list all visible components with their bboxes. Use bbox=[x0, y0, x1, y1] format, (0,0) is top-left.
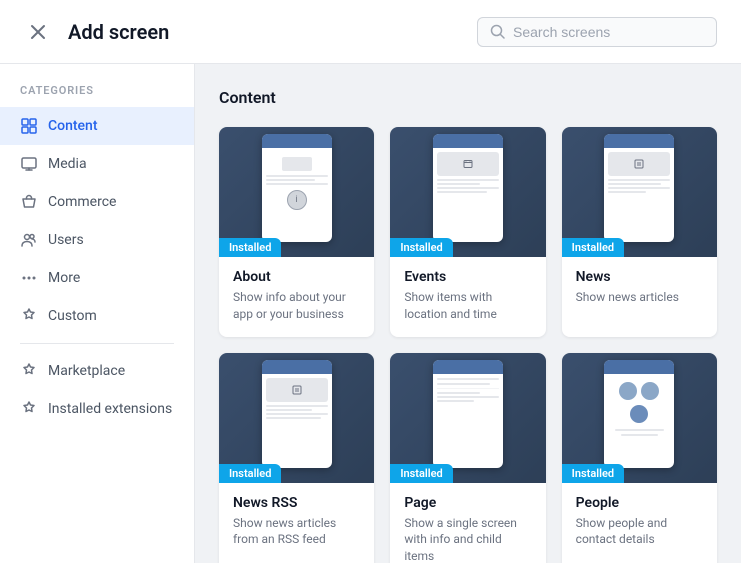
card-description: Show info about your app or your busines… bbox=[233, 289, 360, 323]
card-people[interactable]: Installed People Show people and contact… bbox=[562, 353, 717, 563]
sidebar-item-label: Commerce bbox=[48, 194, 116, 210]
card-name: People bbox=[576, 495, 703, 511]
installed-icon bbox=[20, 400, 38, 418]
header-left: Add screen bbox=[24, 18, 169, 46]
card-preview-page: Installed bbox=[390, 353, 545, 483]
card-description: Show a single screen with info and child… bbox=[404, 515, 531, 563]
sidebar-item-users[interactable]: Users bbox=[0, 221, 194, 259]
card-info-about: About Show info about your app or your b… bbox=[219, 257, 374, 337]
sidebar-item-more[interactable]: More bbox=[0, 259, 194, 297]
card-info-page: Page Show a single screen with info and … bbox=[390, 483, 545, 563]
card-description: Show people and contact details bbox=[576, 515, 703, 549]
search-icon bbox=[490, 24, 505, 39]
card-info-people: People Show people and contact details bbox=[562, 483, 717, 563]
dots-icon bbox=[20, 269, 38, 287]
card-info-news: News Show news articles bbox=[562, 257, 717, 320]
card-name: Events bbox=[404, 269, 531, 285]
card-news[interactable]: Installed News Show news articles bbox=[562, 127, 717, 337]
card-preview-people: Installed bbox=[562, 353, 717, 483]
installed-badge: Installed bbox=[219, 464, 281, 483]
categories-label: Categories bbox=[0, 84, 194, 107]
installed-badge: Installed bbox=[562, 238, 624, 257]
sidebar-item-commerce[interactable]: Commerce bbox=[0, 183, 194, 221]
sidebar-item-custom[interactable]: Custom bbox=[0, 297, 194, 335]
search-input[interactable] bbox=[513, 24, 704, 40]
sidebar-item-label: Marketplace bbox=[48, 363, 125, 379]
modal-header: Add screen bbox=[0, 0, 741, 64]
card-info-news-rss: News RSS Show news articles from an RSS … bbox=[219, 483, 374, 563]
card-events[interactable]: Installed Events Show items with locatio… bbox=[390, 127, 545, 337]
card-preview-about: i Installed bbox=[219, 127, 374, 257]
search-box[interactable] bbox=[477, 17, 717, 47]
section-title: Content bbox=[219, 88, 717, 107]
sidebar-divider bbox=[20, 343, 174, 344]
sidebar-item-label: Installed extensions bbox=[48, 401, 172, 417]
users-icon bbox=[20, 231, 38, 249]
card-info-events: Events Show items with location and time bbox=[390, 257, 545, 337]
card-description: Show news articles bbox=[576, 289, 703, 306]
card-description: Show news articles from an RSS feed bbox=[233, 515, 360, 549]
card-preview-news-rss: Installed bbox=[219, 353, 374, 483]
installed-badge: Installed bbox=[562, 464, 624, 483]
sidebar: Categories Content bbox=[0, 64, 195, 563]
card-page[interactable]: Installed Page Show a single screen with… bbox=[390, 353, 545, 563]
custom-icon bbox=[20, 307, 38, 325]
modal-title: Add screen bbox=[68, 20, 169, 44]
sidebar-item-content[interactable]: Content bbox=[0, 107, 194, 145]
modal-body: Categories Content bbox=[0, 64, 741, 563]
card-news-rss[interactable]: Installed News RSS Show news articles fr… bbox=[219, 353, 374, 563]
close-button[interactable] bbox=[24, 18, 52, 46]
monitor-icon bbox=[20, 155, 38, 173]
card-preview-news: Installed bbox=[562, 127, 717, 257]
card-name: About bbox=[233, 269, 360, 285]
card-description: Show items with location and time bbox=[404, 289, 531, 323]
sidebar-item-label: Content bbox=[48, 118, 98, 134]
sidebar-item-label: Media bbox=[48, 156, 87, 172]
installed-badge: Installed bbox=[219, 238, 281, 257]
bag-icon bbox=[20, 193, 38, 211]
add-screen-modal: Add screen Categories bbox=[0, 0, 741, 563]
sidebar-item-label: Custom bbox=[48, 308, 97, 324]
grid-icon bbox=[20, 117, 38, 135]
sidebar-item-installed[interactable]: Installed extensions bbox=[0, 390, 194, 428]
content-area: Content bbox=[195, 64, 741, 563]
card-preview-events: Installed bbox=[390, 127, 545, 257]
sidebar-item-label: Users bbox=[48, 232, 84, 248]
cards-grid: i Installed About Show info about your a… bbox=[219, 127, 717, 563]
card-about[interactable]: i Installed About Show info about your a… bbox=[219, 127, 374, 337]
marketplace-icon bbox=[20, 362, 38, 380]
installed-badge: Installed bbox=[390, 464, 452, 483]
sidebar-item-marketplace[interactable]: Marketplace bbox=[0, 352, 194, 390]
installed-badge: Installed bbox=[390, 238, 452, 257]
sidebar-item-media[interactable]: Media bbox=[0, 145, 194, 183]
sidebar-item-label: More bbox=[48, 270, 80, 286]
card-name: News RSS bbox=[233, 495, 360, 511]
card-name: Page bbox=[404, 495, 531, 511]
card-name: News bbox=[576, 269, 703, 285]
